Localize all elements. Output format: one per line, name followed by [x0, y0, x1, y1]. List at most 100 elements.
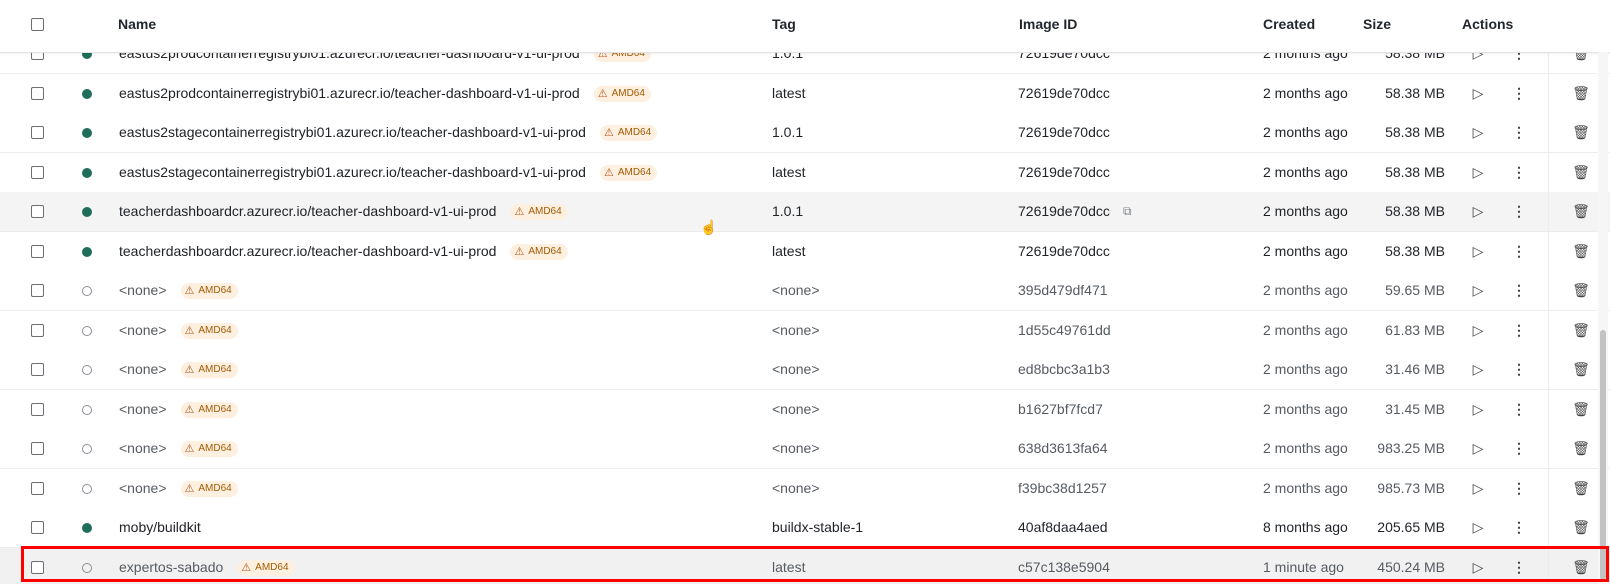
image-name[interactable]: teacherdashboardcr.azurecr.io/teacher-da…: [119, 192, 568, 231]
table-row[interactable]: eastus2prodcontainerregistrybi01.azurecr…: [0, 73, 1610, 114]
row-checkbox[interactable]: [31, 244, 44, 258]
trash-icon[interactable]: 🗑: [1571, 390, 1591, 429]
play-icon[interactable]: ▷: [1468, 390, 1488, 429]
row-checkbox[interactable]: [31, 363, 44, 376]
image-name[interactable]: <none> ⚠ AMD64: [119, 350, 238, 389]
more-vertical-icon[interactable]: ⋮: [1509, 390, 1529, 429]
image-name[interactable]: <none> ⚠ AMD64: [119, 311, 238, 350]
row-checkbox[interactable]: [31, 205, 44, 218]
image-name[interactable]: eastus2prodcontainerregistrybi01.azurecr…: [119, 74, 651, 113]
more-vertical-icon[interactable]: ⋮: [1509, 113, 1529, 152]
scrollbar-thumb[interactable]: [1600, 330, 1606, 580]
image-name[interactable]: moby/buildkit: [119, 508, 201, 547]
image-id: f39bc38d1257: [1018, 479, 1107, 496]
more-vertical-icon[interactable]: ⋮: [1509, 192, 1529, 231]
row-checkbox[interactable]: [31, 560, 44, 574]
image-name[interactable]: <none> ⚠ AMD64: [119, 271, 238, 310]
trash-icon[interactable]: 🗑: [1571, 469, 1591, 508]
play-icon[interactable]: ▷: [1468, 74, 1488, 113]
image-name-text: moby/buildkit: [119, 519, 201, 535]
image-name-text: eastus2stagecontainerregistrybi01.azurec…: [119, 124, 586, 140]
table-row[interactable]: <none> ⚠ AMD64 <none> ed8bcbc3a1b3 2 month…: [0, 350, 1610, 390]
more-vertical-icon[interactable]: ⋮: [1509, 469, 1529, 508]
image-id: ed8bcbc3a1b3: [1018, 361, 1110, 377]
image-tag: <none>: [772, 321, 820, 338]
more-vertical-icon[interactable]: ⋮: [1509, 429, 1529, 468]
more-vertical-icon[interactable]: ⋮: [1509, 74, 1529, 113]
image-name[interactable]: expertos-sabado ⚠ AMD64: [119, 548, 295, 584]
image-name-text: <none>: [119, 282, 167, 298]
table-row[interactable]: moby/buildkit buildx-stable-1 40af8daa4a…: [0, 508, 1610, 548]
table-row[interactable]: <none> ⚠ AMD64 <none> 1d55c49761dd 2 month…: [0, 310, 1610, 351]
more-vertical-icon[interactable]: ⋮: [1509, 232, 1529, 271]
trash-icon[interactable]: 🗑: [1571, 548, 1591, 584]
image-name[interactable]: teacherdashboardcr.azurecr.io/teacher-da…: [119, 232, 568, 271]
table-row[interactable]: eastus2stagecontainerregistrybi01.azurec…: [0, 152, 1610, 193]
more-vertical-icon[interactable]: ⋮: [1509, 350, 1529, 389]
more-vertical-icon[interactable]: ⋮: [1509, 153, 1529, 192]
copy-icon[interactable]: ⧉: [1123, 192, 1132, 231]
play-icon[interactable]: ▷: [1468, 429, 1488, 468]
image-name[interactable]: <none> ⚠ AMD64: [119, 429, 238, 468]
platform-badge-label: AMD64: [255, 561, 289, 573]
image-name[interactable]: <none> ⚠ AMD64: [119, 390, 238, 429]
column-header-size[interactable]: Size: [1363, 0, 1391, 52]
row-checkbox[interactable]: [31, 284, 44, 297]
trash-icon[interactable]: 🗑: [1571, 153, 1591, 192]
image-name-text: eastus2prodcontainerregistrybi01.azurecr…: [119, 84, 580, 101]
table-row[interactable]: teacherdashboardcr.azurecr.io/teacher-da…: [0, 231, 1610, 272]
column-header-tag[interactable]: Tag: [772, 0, 796, 52]
trash-icon[interactable]: 🗑: [1571, 429, 1591, 468]
row-checkbox[interactable]: [31, 86, 44, 100]
play-icon[interactable]: ▷: [1468, 232, 1488, 271]
trash-icon[interactable]: 🗑: [1571, 232, 1591, 271]
row-checkbox[interactable]: [31, 521, 44, 534]
play-icon[interactable]: ▷: [1468, 548, 1488, 584]
table-row[interactable]: <none> ⚠ AMD64 <none> b1627bf7fcd7 2 month…: [0, 389, 1610, 430]
image-id: 395d479df471: [1018, 282, 1108, 298]
select-all-checkbox[interactable]: [31, 18, 44, 31]
trash-icon[interactable]: 🗑: [1571, 74, 1591, 113]
column-header-image-id[interactable]: Image ID: [1019, 0, 1077, 52]
image-created: 2 months ago: [1263, 242, 1348, 259]
trash-icon[interactable]: 🗑: [1571, 311, 1591, 350]
play-icon[interactable]: ▷: [1468, 311, 1488, 350]
image-name[interactable]: eastus2stagecontainerregistrybi01.azurec…: [119, 113, 658, 152]
trash-icon[interactable]: 🗑: [1571, 271, 1591, 310]
row-checkbox[interactable]: [31, 442, 44, 455]
play-icon[interactable]: ▷: [1468, 153, 1488, 192]
play-icon[interactable]: ▷: [1468, 508, 1488, 547]
play-icon[interactable]: ▷: [1468, 350, 1488, 389]
trash-icon[interactable]: 🗑: [1571, 350, 1591, 389]
row-checkbox[interactable]: [31, 402, 44, 416]
play-icon[interactable]: ▷: [1468, 271, 1488, 310]
trash-icon[interactable]: 🗑: [1571, 508, 1591, 547]
trash-icon[interactable]: 🗑: [1571, 113, 1591, 152]
image-name[interactable]: eastus2stagecontainerregistrybi01.azurec…: [119, 153, 658, 192]
trash-icon[interactable]: 🗑: [1571, 192, 1591, 231]
column-header-created[interactable]: Created: [1263, 0, 1315, 52]
image-id: 72619de70dcc: [1018, 242, 1110, 259]
more-vertical-icon[interactable]: ⋮: [1509, 548, 1529, 584]
more-vertical-icon[interactable]: ⋮: [1509, 311, 1529, 350]
table-row[interactable]: expertos-sabado ⚠ AMD64 latest c57c138e590…: [0, 547, 1610, 584]
row-checkbox[interactable]: [31, 323, 44, 337]
table-row[interactable]: eastus2stagecontainerregistrybi01.azurec…: [0, 113, 1610, 153]
platform-badge-label: AMD64: [198, 403, 232, 415]
table-row[interactable]: <none> ⚠ AMD64 <none> f39bc38d1257 2 month…: [0, 468, 1610, 509]
image-name[interactable]: <none> ⚠ AMD64: [119, 469, 238, 508]
platform-badge-label: AMD64: [198, 285, 232, 297]
row-checkbox[interactable]: [31, 126, 44, 139]
more-vertical-icon[interactable]: ⋮: [1509, 508, 1529, 547]
column-header-name[interactable]: Name: [118, 0, 156, 52]
more-vertical-icon[interactable]: ⋮: [1509, 271, 1529, 310]
play-icon[interactable]: ▷: [1468, 192, 1488, 231]
table-row[interactable]: <none> ⚠ AMD64 <none> 638d3613fa64 2 month…: [0, 429, 1610, 469]
play-icon[interactable]: ▷: [1468, 113, 1488, 152]
row-checkbox[interactable]: [31, 481, 44, 495]
row-checkbox[interactable]: [31, 165, 44, 179]
image-name-text: <none>: [119, 361, 167, 377]
table-row[interactable]: <none> ⚠ AMD64 <none> 395d479df471 2 month…: [0, 271, 1610, 311]
table-row[interactable]: teacherdashboardcr.azurecr.io/teacher-da…: [0, 192, 1610, 232]
play-icon[interactable]: ▷: [1468, 469, 1488, 508]
